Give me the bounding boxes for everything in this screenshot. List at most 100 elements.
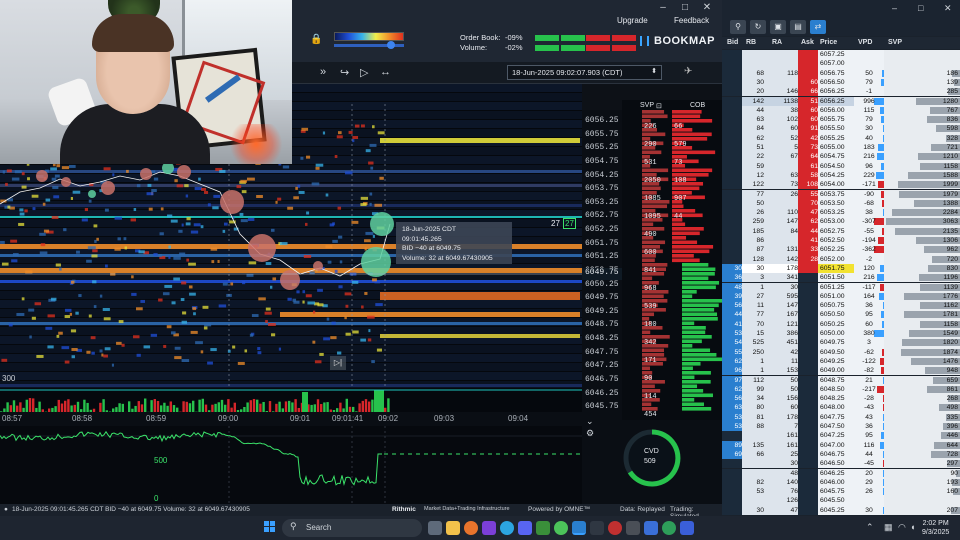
ladder-cell-svp[interactable]: 3063 — [884, 217, 960, 227]
ladder-cell-ask[interactable] — [798, 440, 818, 450]
ladder-row[interactable]: 62 1 11 6049.25 -122 1476 — [722, 356, 960, 367]
ladder-cell-price[interactable]: 6054.00 — [818, 180, 854, 190]
ladder-cell-bid[interactable] — [722, 468, 742, 478]
ladder-row[interactable]: 259 147 62 6053.00 -307 3063 — [722, 217, 960, 227]
ladder-cell-bid[interactable] — [722, 236, 742, 246]
file-explorer-icon[interactable] — [446, 521, 460, 535]
ladder-cell-bid[interactable]: 63 — [722, 403, 742, 413]
ladder-cell-svp[interactable]: 728 — [884, 449, 960, 460]
ladder-cell-ask[interactable] — [798, 505, 818, 515]
ladder-row[interactable]: 63 80 60 6048.00 -43 498 — [722, 403, 960, 413]
ladder-cell-svp[interactable]: 659 — [884, 375, 960, 385]
ladder-row[interactable]: 54 525 451 6049.75 3 1820 — [722, 338, 960, 348]
ladder-cell-vpd[interactable]: 50 — [854, 68, 884, 78]
ladder-cell-ask[interactable]: 60 — [798, 77, 818, 88]
ladder-cell-vpd[interactable]: 79 — [854, 115, 884, 125]
ladder-cell-ra[interactable]: 60 — [764, 124, 798, 134]
ladder-cell-ask[interactable] — [798, 384, 818, 395]
ladder-cell-vpd[interactable]: -1 — [854, 87, 884, 97]
ladder-cell-rb[interactable]: 250 — [742, 347, 764, 357]
ladder-cell-svp[interactable]: 1139 — [884, 282, 960, 292]
ladder-cell-rb[interactable]: 259 — [742, 217, 764, 227]
ladder-cell-vpd[interactable]: -362 — [854, 245, 884, 255]
ladder-cell-svp[interactable] — [884, 50, 960, 60]
ladder-row[interactable]: 6057.00 — [722, 59, 960, 69]
ladder-cell-price[interactable]: 6052.50 — [818, 236, 854, 246]
ladder-cell-bid[interactable] — [722, 254, 742, 264]
ladder-cell-svp[interactable]: 1776 — [884, 291, 960, 302]
volume-icon[interactable]: ◖ — [910, 522, 915, 532]
ladder-cell-bid[interactable]: 41 — [722, 319, 742, 329]
ladder-cell-vpd[interactable]: 30 — [854, 505, 884, 515]
ladder-cell-price[interactable]: 6046.00 — [818, 477, 854, 488]
ladder-cell-bid[interactable]: 30 — [722, 263, 742, 274]
ladder-cell-rb[interactable] — [742, 468, 764, 478]
ladder-cell-ra[interactable]: 63 — [764, 170, 798, 181]
ladder-cell-svp[interactable]: 396 — [884, 422, 960, 432]
ladder-cell-rb[interactable]: 12 — [742, 170, 764, 181]
ladder-cell-price[interactable]: 6057.00 — [818, 59, 854, 69]
ladder-cell-ra[interactable] — [764, 236, 798, 246]
ladder-cell-bid[interactable] — [722, 189, 742, 199]
ladder-cell-svp[interactable]: 861 — [884, 384, 960, 395]
ladder-cell-price[interactable]: 6049.00 — [818, 366, 854, 376]
ladder-cell-bid[interactable] — [722, 431, 742, 441]
ladder-row[interactable]: 12 63 58 6054.25 229 1588 — [722, 170, 960, 181]
ladder-cell-rb[interactable]: 128 — [742, 254, 764, 264]
ladder-cell-vpd[interactable]: -82 — [854, 366, 884, 376]
ladder-cell-bid[interactable]: 89 — [722, 440, 742, 450]
ladder-cell-price[interactable]: 6056.00 — [818, 105, 854, 116]
ladder-cell-ra[interactable]: 1138 — [764, 96, 798, 106]
ladder-cell-price[interactable]: 6053.50 — [818, 198, 854, 209]
ladder-row[interactable]: 89 135 161 6047.00 116 644 — [722, 440, 960, 450]
ladder-cell-price[interactable]: 6047.25 — [818, 431, 854, 441]
ladder-cell-price[interactable]: 6056.75 — [818, 68, 854, 78]
ladder-cell-svp[interactable]: 297 — [884, 459, 960, 469]
ladder-cell-bid[interactable]: 62 — [722, 384, 742, 395]
ladder-cell-ra[interactable]: 110 — [764, 208, 798, 218]
ladder-cell-ask[interactable]: 33 — [798, 245, 818, 255]
ladder-cell-ra[interactable]: 5 — [764, 143, 798, 153]
ladder-cell-svp[interactable]: 644 — [884, 440, 960, 450]
ladder-cell-price[interactable]: 6050.25 — [818, 319, 854, 329]
ladder-cell-bid[interactable]: 69 — [722, 449, 742, 460]
ladder-cell-ask[interactable]: 51 — [798, 96, 818, 106]
ladder-cell-price[interactable]: 6046.50 — [818, 459, 854, 469]
ladder-cell-rb[interactable]: 59 — [742, 161, 764, 171]
ladder-cell-rb[interactable]: 34 — [742, 394, 764, 404]
ladder-cell-bid[interactable]: 48 — [722, 282, 742, 292]
ladder-cell-rb[interactable]: 27 — [742, 291, 764, 302]
ladder-row[interactable]: 161 6047.25 95 446 — [722, 431, 960, 441]
ladder-cell-vpd[interactable]: 95 — [854, 310, 884, 320]
replay-play-icon[interactable]: ▷| — [330, 356, 346, 370]
ladder-cell-svp[interactable]: 335 — [884, 412, 960, 422]
ladder-cell-bid[interactable] — [722, 226, 742, 236]
ladder-cell-rb[interactable]: 84 — [742, 124, 764, 134]
ladder-cell-svp[interactable]: 1999 — [884, 180, 960, 190]
ladder-cell-price[interactable]: 6055.50 — [818, 124, 854, 134]
ladder-cell-ra[interactable]: 131 — [764, 245, 798, 255]
ladder-cell-price[interactable]: 6048.75 — [818, 375, 854, 385]
ladder-cell-ra[interactable]: 48 — [764, 468, 798, 478]
ladder-cell-bid[interactable] — [722, 68, 742, 78]
ladder-cell-ask[interactable] — [798, 319, 818, 329]
ladder-row[interactable]: 20 146 66 6056.25 -1 285 — [722, 87, 960, 97]
ladder-cell-price[interactable]: 6045.25 — [818, 505, 854, 515]
ladder-cell-vpd[interactable]: 216 — [854, 152, 884, 162]
ladder-row[interactable]: 51 5 73 6055.00 183 721 — [722, 143, 960, 153]
ladder-cell-svp[interactable]: 139 — [884, 77, 960, 88]
ladder-cell-bid[interactable]: 39 — [722, 291, 742, 302]
ladder-cell-vpd[interactable]: 183 — [854, 143, 884, 153]
ladder-cell-ask[interactable] — [798, 50, 818, 60]
ladder-cell-svp[interactable]: 1210 — [884, 152, 960, 162]
ladder-cell-ra[interactable]: 341 — [764, 273, 798, 283]
ladder-cell-svp[interactable]: 328 — [884, 133, 960, 143]
ladder-cell-ask[interactable]: 44 — [798, 226, 818, 236]
ladder-row[interactable]: 48 6046.25 20 90 — [722, 468, 960, 478]
ladder-cell-ask[interactable] — [798, 273, 818, 283]
ladder-row[interactable]: 126 6045.50 — [722, 496, 960, 506]
ladder-cell-bid[interactable]: 53 — [722, 412, 742, 422]
ladder-cell-bid[interactable] — [722, 245, 742, 255]
ladder-cell-price[interactable]: 6051.75 — [818, 263, 854, 274]
ladder-cell-price[interactable]: 6051.25 — [818, 282, 854, 292]
